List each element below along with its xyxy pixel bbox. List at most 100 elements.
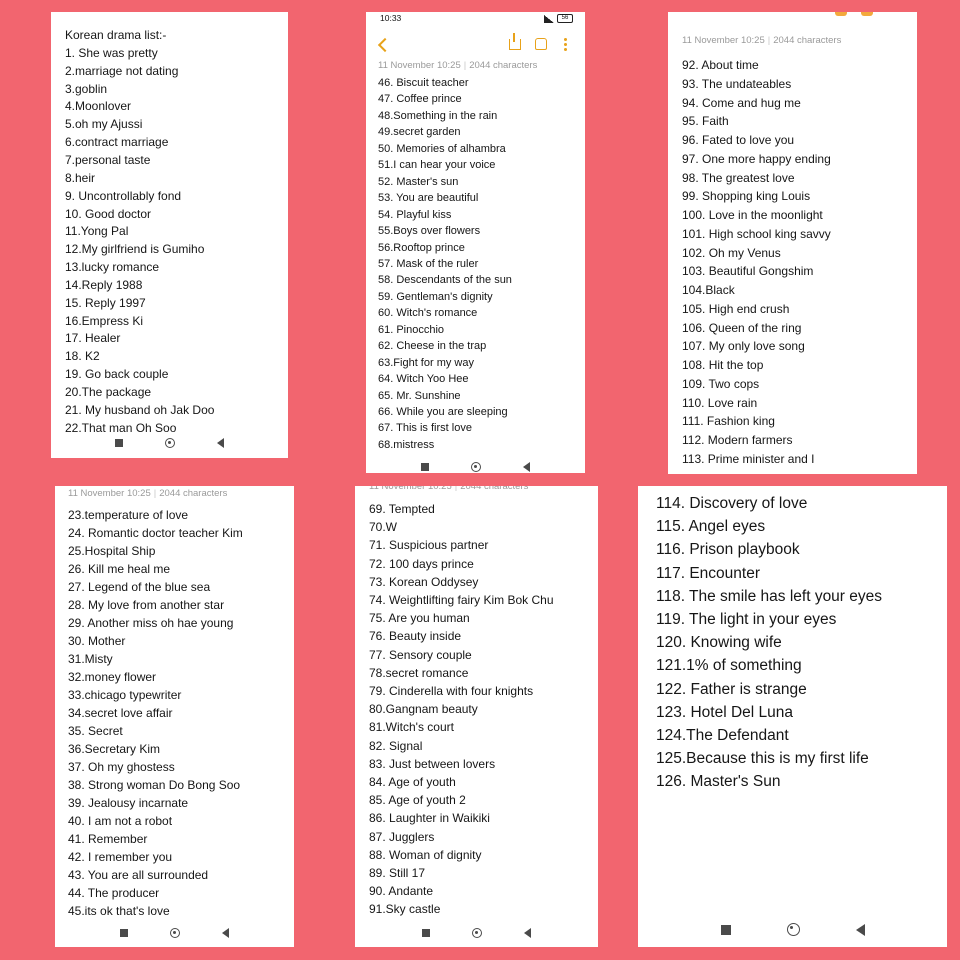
recent-apps-icon[interactable] <box>720 924 731 935</box>
drama-list-item: 121.1% of something <box>656 657 802 675</box>
drama-list-item: 115. Angel eyes <box>656 518 766 536</box>
drama-list-item: 101. High school king savvy <box>682 226 831 241</box>
back-icon[interactable] <box>222 928 229 938</box>
home-icon[interactable] <box>170 928 180 938</box>
drama-list-item: 92. About time <box>682 58 759 72</box>
note-meta: 11 November 10:25 | 2044 characters <box>682 35 842 46</box>
back-icon[interactable] <box>523 462 530 472</box>
drama-list-item: 50. Memories of alhambra <box>378 142 506 155</box>
drama-list-item: 73. Korean Oddysey <box>369 574 479 589</box>
drama-list-item: 5.oh my Ajussi <box>65 117 143 132</box>
drama-list-item: 90. Andante <box>369 884 434 899</box>
nav-bar <box>55 928 294 938</box>
drama-list-item: 84. Age of youth <box>369 775 456 789</box>
drama-list-item: 47. Coffee prince <box>378 93 462 106</box>
drama-list-item: 46. Biscuit teacher <box>378 77 469 89</box>
nav-bar <box>366 462 585 472</box>
drama-list-item: 122. Father is strange <box>656 680 807 698</box>
drama-list-item: 104.Black <box>682 283 735 297</box>
drama-list-item: 7.personal taste <box>65 152 151 167</box>
drama-list-item: 64. Witch Yoo Hee <box>378 373 469 386</box>
note-char-count: 2044 characters <box>460 486 529 492</box>
share-icon[interactable] <box>509 33 521 50</box>
back-icon[interactable] <box>217 438 224 448</box>
drama-list-item: 114. Discovery of love <box>656 495 808 512</box>
drama-list-item: 103. Beautiful Gongshim <box>682 264 814 279</box>
drama-list-item: 105. High end crush <box>682 301 790 316</box>
recent-apps-icon[interactable] <box>115 439 123 447</box>
drama-list-item: 86. Laughter in Waikiki <box>369 811 490 826</box>
signal-icon <box>544 14 554 23</box>
drama-list-item: 110. Love rain <box>682 395 758 410</box>
drama-list-item: 70.W <box>369 520 398 535</box>
screenshot-panel-4: 11 November 10:25 | 2044 characters 23.tem… <box>55 486 294 947</box>
screenshot-panel-2: 10:33 56 11 November 10:25 | 2044 characte… <box>366 12 585 473</box>
home-icon[interactable] <box>471 462 481 472</box>
back-icon[interactable] <box>855 923 865 936</box>
drama-list-item: 87. Jugglers <box>369 829 435 844</box>
recent-apps-icon[interactable] <box>421 463 429 471</box>
drama-list-item: 19. Go back couple <box>65 367 169 382</box>
note-time: 10:25 <box>740 35 765 46</box>
drama-list-item: 81.Witch's court <box>369 720 454 735</box>
drama-list-item: 53. You are beautiful <box>378 192 479 205</box>
recent-apps-icon[interactable] <box>422 929 430 937</box>
note-date: 11 November <box>378 60 435 71</box>
note-date: 11 November <box>682 35 739 46</box>
drama-list-item: 51.I can hear your voice <box>378 159 496 172</box>
note-time: 10:25 <box>436 60 461 71</box>
recent-apps-icon[interactable] <box>120 929 128 937</box>
drama-list-item: 35. Secret <box>68 724 123 738</box>
drama-list-item: 30. Mother <box>68 634 126 648</box>
drama-list-item: 26. Kill me heal me <box>68 562 171 576</box>
more-options-icon[interactable] <box>564 38 567 41</box>
note-char-count: 2044 characters <box>469 60 538 71</box>
status-time: 10:33 <box>380 13 402 23</box>
drama-list-item: 42. I remember you <box>68 850 173 864</box>
drama-list-item: 98. The greatest love <box>682 170 795 185</box>
drama-list-item: 56.Rooftop prince <box>378 241 465 254</box>
drama-list-item: 119. The light in your eyes <box>656 611 837 628</box>
nav-bar <box>355 928 598 938</box>
home-icon[interactable] <box>472 928 482 938</box>
home-icon[interactable] <box>786 923 800 936</box>
note-time: 10:25 <box>126 488 151 499</box>
drama-list-item: 9. Uncontrollably fond <box>65 188 182 203</box>
note-date: 11 November <box>68 488 125 499</box>
drama-list-item: 106. Queen of the ring <box>682 320 802 335</box>
home-icon[interactable] <box>165 438 175 448</box>
drama-list-item: 15. Reply 1997 <box>65 295 146 310</box>
drama-list-item: 107. My only love song <box>682 339 805 354</box>
drama-list-item: 12.My girlfriend is Gumiho <box>65 242 205 257</box>
note-time: 10:25 <box>427 486 452 492</box>
drama-list-item: 37. Oh my ghostess <box>68 760 175 774</box>
drama-list-item: 76. Beauty inside <box>369 629 462 644</box>
drama-list-item: 21. My husband oh Jak Doo <box>65 402 215 417</box>
theme-icon[interactable] <box>535 38 547 50</box>
drama-list-item: 32.money flower <box>68 670 157 684</box>
drama-list-item: 125.Because this is my first life <box>656 750 869 768</box>
drama-list-item: 23.temperature of love <box>68 508 189 522</box>
drama-list-item: 44. The producer <box>68 886 160 900</box>
drama-list-item: 118. The smile has left your eyes <box>656 587 883 605</box>
note-toolbar <box>366 30 585 60</box>
drama-list-item: 49.secret garden <box>378 126 461 139</box>
drama-list-item: 8.heir <box>65 170 96 185</box>
back-icon[interactable] <box>524 928 531 938</box>
battery-icon: 56 <box>557 14 573 23</box>
drama-list-item: 68.mistress <box>378 438 435 451</box>
drama-list-item: 38. Strong woman Do Bong Soo <box>68 778 241 792</box>
drama-list-item: 69. Tempted <box>369 502 435 516</box>
screenshot-panel-1: Korean drama list:- 1. She was pretty 2.ma… <box>51 12 288 458</box>
back-arrow-icon[interactable] <box>377 37 393 53</box>
drama-list-item: 18. K2 <box>65 349 100 364</box>
drama-list-item: 77. Sensory couple <box>369 647 472 662</box>
drama-list-item: 120. Knowing wife <box>656 634 782 652</box>
drama-list-item: 25.Hospital Ship <box>68 544 156 558</box>
drama-list-item: 91.Sky castle <box>369 902 441 917</box>
drama-list-item: 57. Mask of the ruler <box>378 257 479 270</box>
drama-list-item: 109. Two cops <box>682 376 760 391</box>
drama-list-item: 66. While you are sleeping <box>378 406 508 418</box>
note-date: 11 November <box>369 486 426 492</box>
status-bar: 10:33 56 <box>366 12 585 28</box>
